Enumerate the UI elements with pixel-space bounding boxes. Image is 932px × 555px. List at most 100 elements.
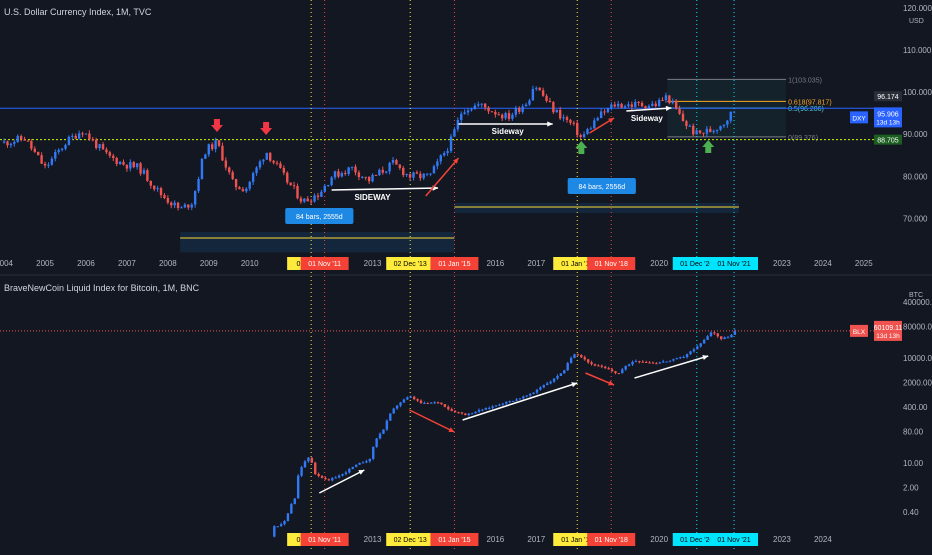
pane0-candle-body xyxy=(153,185,156,190)
pane1-candle-body xyxy=(447,406,450,410)
pane0-candle-body xyxy=(466,110,470,113)
pane0-candle-body xyxy=(241,189,245,192)
pane0-candle-body xyxy=(395,160,398,165)
pane1-candle-body xyxy=(528,393,532,396)
pane1-candle-body xyxy=(372,446,375,459)
pane1-candle-body xyxy=(668,360,672,362)
pane1-candle-body xyxy=(453,410,457,413)
pane0-candle-body xyxy=(569,119,572,123)
pane1-candle-body xyxy=(709,332,713,337)
pane0-candle-body xyxy=(313,195,316,202)
pane1-candle-body xyxy=(580,355,583,358)
pane0-candle-body xyxy=(361,176,364,178)
pane0-candle-body xyxy=(98,144,101,149)
pane0-candle-body xyxy=(108,152,112,156)
pane1-candle-body xyxy=(522,396,525,399)
pane0-candle-body xyxy=(402,167,405,176)
pane1-candle-body xyxy=(402,399,406,403)
pane1-candle-body xyxy=(552,378,556,382)
pane1-candle-body xyxy=(399,402,402,406)
pane0-candle-body xyxy=(357,172,361,177)
pane0-candle-body xyxy=(156,188,159,190)
pane1-candle-body xyxy=(320,475,324,478)
charts-svg[interactable]: 1(103.035)0.618(97.817)0.5(96.206)0(89.3… xyxy=(0,0,932,550)
pane1-candle-body xyxy=(532,392,535,394)
pane0-candle-body xyxy=(217,140,221,146)
pane0-candle-body xyxy=(33,148,36,152)
sideway-arrow-head xyxy=(547,121,553,127)
pane1-candle-body xyxy=(730,334,733,338)
bars-range-label: 84 bars, 2555d xyxy=(296,214,343,221)
date-label: 01 Nov '18 xyxy=(595,261,628,268)
pane0-candle-body xyxy=(603,111,606,113)
annotation-text: SIDEWAY xyxy=(354,193,391,202)
pane0-candle-body xyxy=(579,135,582,137)
pane1-candle-body xyxy=(440,402,443,405)
pane0-candle-body xyxy=(101,144,105,150)
pane0-candle-body xyxy=(688,125,692,127)
pane0-candle-body xyxy=(535,87,538,90)
pane1-candle-body xyxy=(327,479,331,481)
pane0-candle-body xyxy=(378,169,381,176)
pane0-candle-body xyxy=(64,144,67,149)
pane0-candle-body xyxy=(384,171,388,173)
pane0-candle-body xyxy=(442,153,446,156)
pane0-candle-body xyxy=(214,140,217,150)
pane0-candle-body xyxy=(289,182,292,186)
pane1-candle-body xyxy=(307,457,310,462)
pane0-candle-body xyxy=(258,161,262,168)
pane0-candle-body xyxy=(333,171,337,178)
pane0-x-tick-label: 2010 xyxy=(241,259,259,268)
pane0-x-tick-label: 2016 xyxy=(486,259,504,268)
pane0-x-tick-label: 2006 xyxy=(77,259,95,268)
pane1-candle-body xyxy=(508,401,511,403)
pane0-candle-body xyxy=(146,170,149,181)
pane0-candle-body xyxy=(47,164,50,166)
pane0-candle-body xyxy=(661,99,664,101)
pane0-candle-body xyxy=(616,103,620,107)
dxy-price-tag-countdown: 13d 13h xyxy=(876,119,900,126)
pane1-candle-body xyxy=(655,363,658,365)
date-label: 02 Dec '13 xyxy=(394,261,427,268)
pane0-candle-body xyxy=(30,140,33,149)
pane1-candle-body xyxy=(331,478,334,481)
pane1-y-tick-label: 10000.00 xyxy=(903,354,932,363)
pane1-candle-body xyxy=(314,462,317,474)
level-tag: 96.174 xyxy=(877,94,899,101)
pane0-candle-body xyxy=(207,144,210,155)
pane1-candle-body xyxy=(273,526,276,537)
pane1-candle-body xyxy=(634,361,638,363)
fib-level-label: 0(89.376) xyxy=(788,135,818,142)
pane1-candle-body xyxy=(276,526,279,528)
pane1-candle-body xyxy=(494,405,498,407)
pane0-candle-body xyxy=(514,107,518,115)
pane1-candle-body xyxy=(464,413,467,416)
pane1-y-tick-label: 2000.00 xyxy=(903,379,932,388)
pane0-candle-body xyxy=(40,155,43,164)
pane0-x-tick-label: 2005 xyxy=(36,259,54,268)
pane0-candle-body xyxy=(480,103,483,105)
pane0-candle-body xyxy=(562,117,565,119)
date-label: 01 Nov '18 xyxy=(595,537,628,544)
pane0-candle-body xyxy=(640,102,644,107)
pane0-candle-body xyxy=(460,113,463,121)
pane0-candle-body xyxy=(507,113,511,119)
pane0-candle-body xyxy=(671,101,674,103)
pane0-candle-body xyxy=(678,108,681,114)
pane0-candle-body xyxy=(344,173,347,175)
fib-level-label: 0.5(96.206) xyxy=(788,106,824,113)
pane0-candle-body xyxy=(125,164,129,169)
pane1-candle-body xyxy=(597,365,600,367)
pane0-candle-body xyxy=(726,120,729,125)
pane0-x-tick-label: 2009 xyxy=(200,259,218,268)
chart-stage: U.S. Dollar Currency Index, 1M, TVC Brav… xyxy=(0,0,932,550)
pane0-candle-body xyxy=(709,128,712,133)
pane0-candle-body xyxy=(54,151,57,159)
pane1-candle-body xyxy=(423,402,426,404)
pane0-candle-body xyxy=(248,181,251,189)
date-label: 01 Jan '15 xyxy=(438,261,470,268)
pane1-candle-body xyxy=(412,396,416,400)
date-label: 01 Nov '11 xyxy=(308,261,341,268)
pane0-candle-body xyxy=(296,185,299,199)
pane1-candle-body xyxy=(443,404,447,407)
